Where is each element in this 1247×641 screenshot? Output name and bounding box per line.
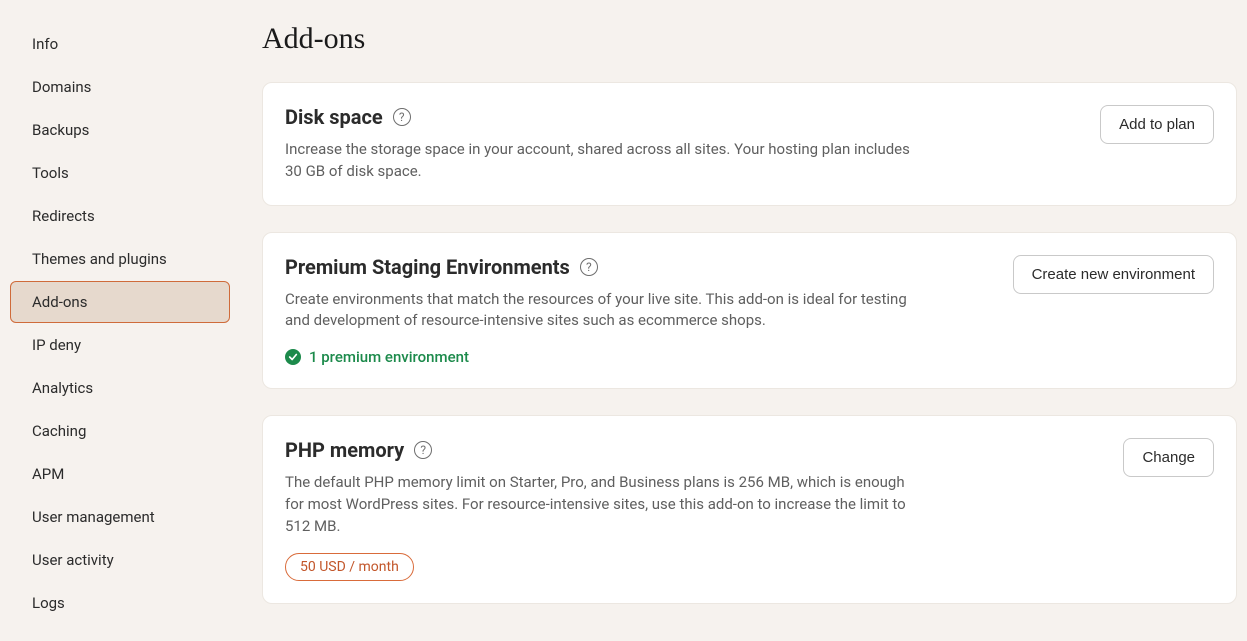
card-body: PHP memory ? The default PHP memory limi… — [285, 438, 1045, 581]
sidebar-item-info[interactable]: Info — [10, 23, 230, 65]
card-body: Premium Staging Environments ? Create en… — [285, 255, 989, 367]
card-body: Disk space ? Increase the storage space … — [285, 105, 1045, 183]
sidebar-item-caching[interactable]: Caching — [10, 410, 230, 452]
change-button[interactable]: Change — [1123, 438, 1214, 477]
help-icon[interactable]: ? — [580, 258, 598, 276]
price-badge: 50 USD / month — [285, 553, 414, 581]
card-title-row: PHP memory ? — [285, 438, 1045, 462]
sidebar-item-apm[interactable]: APM — [10, 453, 230, 495]
sidebar: InfoDomainsBackupsToolsRedirectsThemes a… — [0, 0, 240, 641]
sidebar-item-redirects[interactable]: Redirects — [10, 195, 230, 237]
sidebar-item-user-management[interactable]: User management — [10, 496, 230, 538]
card-description: Increase the storage space in your accou… — [285, 139, 925, 183]
help-icon[interactable]: ? — [414, 441, 432, 459]
status-text: 1 premium environment — [309, 348, 469, 366]
sidebar-item-themes-and-plugins[interactable]: Themes and plugins — [10, 238, 230, 280]
addon-card-php-memory: PHP memory ? The default PHP memory limi… — [262, 415, 1237, 604]
sidebar-item-ip-deny[interactable]: IP deny — [10, 324, 230, 366]
sidebar-item-add-ons[interactable]: Add-ons — [10, 281, 230, 323]
check-icon — [285, 349, 301, 365]
card-title: Premium Staging Environments — [285, 255, 570, 279]
card-title: PHP memory — [285, 438, 404, 462]
help-icon[interactable]: ? — [393, 108, 411, 126]
sidebar-item-domains[interactable]: Domains — [10, 66, 230, 108]
card-title-row: Disk space ? — [285, 105, 1045, 129]
card-title-row: Premium Staging Environments ? — [285, 255, 989, 279]
create-new-environment-button[interactable]: Create new environment — [1013, 255, 1214, 294]
sidebar-item-backups[interactable]: Backups — [10, 109, 230, 151]
status-row: 1 premium environment — [285, 348, 989, 366]
sidebar-item-tools[interactable]: Tools — [10, 152, 230, 194]
sidebar-item-analytics[interactable]: Analytics — [10, 367, 230, 409]
card-description: The default PHP memory limit on Starter,… — [285, 472, 925, 537]
page-title: Add-ons — [262, 22, 1237, 56]
addon-card-premium-staging: Premium Staging Environments ? Create en… — [262, 232, 1237, 390]
card-title: Disk space — [285, 105, 383, 129]
main-content: Add-ons Disk space ? Increase the storag… — [240, 0, 1247, 641]
add-to-plan-button[interactable]: Add to plan — [1100, 105, 1214, 144]
sidebar-item-user-activity[interactable]: User activity — [10, 539, 230, 581]
app-frame: InfoDomainsBackupsToolsRedirectsThemes a… — [0, 0, 1247, 641]
card-description: Create environments that match the resou… — [285, 289, 925, 333]
addon-card-disk-space: Disk space ? Increase the storage space … — [262, 82, 1237, 206]
sidebar-item-logs[interactable]: Logs — [10, 582, 230, 624]
